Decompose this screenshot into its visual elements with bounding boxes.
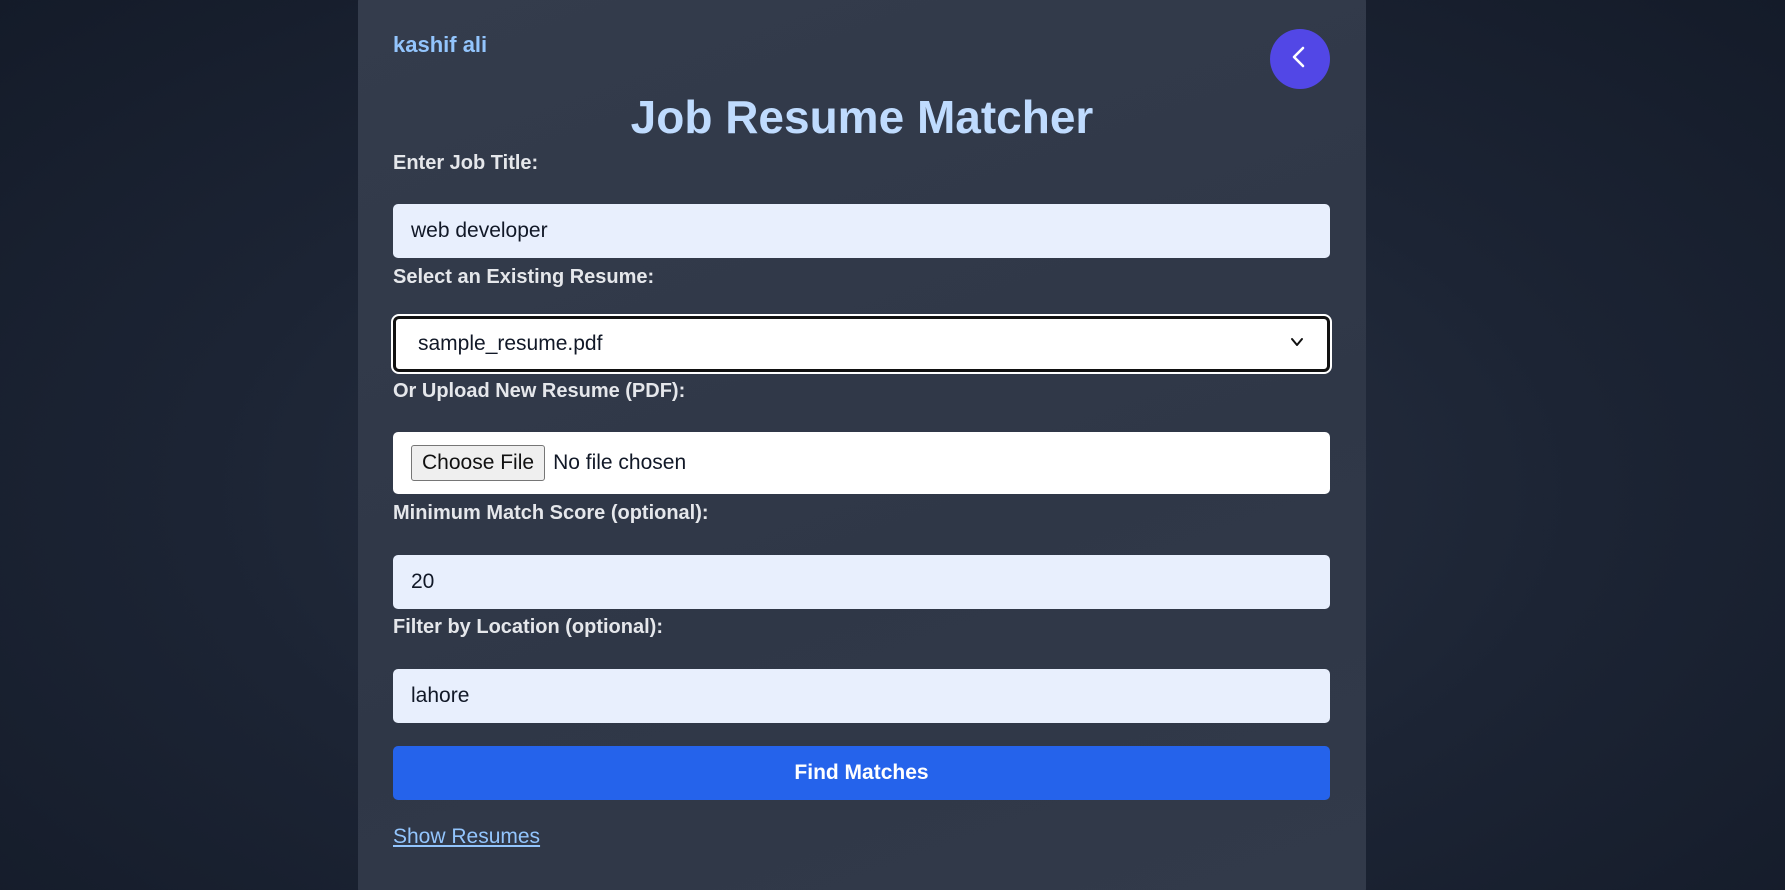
show-resumes-link[interactable]: Show Resumes	[393, 825, 540, 849]
min-score-input[interactable]: 20	[393, 555, 1330, 609]
existing-resume-select[interactable]: sample_resume.pdf	[391, 314, 1332, 374]
min-score-label: Minimum Match Score (optional):	[393, 502, 709, 524]
location-label: Filter by Location (optional):	[393, 616, 663, 638]
job-title-label: Enter Job Title:	[393, 152, 539, 174]
main-card: kashif ali Job Resume Matcher Enter Job …	[358, 0, 1366, 890]
page-title: Job Resume Matcher	[630, 91, 1094, 143]
file-status: No file chosen	[553, 451, 687, 474]
job-title-input[interactable]: web developer	[393, 204, 1330, 258]
username: kashif ali	[393, 32, 488, 57]
choose-file-button[interactable]: Choose File	[411, 445, 546, 481]
existing-resume-selected: sample_resume.pdf	[418, 332, 603, 355]
back-button[interactable]	[1270, 29, 1330, 89]
chevron-left-icon	[1288, 45, 1312, 74]
upload-resume-field: Choose File No file chosen	[393, 432, 1330, 494]
chevron-down-icon	[1289, 332, 1305, 356]
upload-resume-label: Or Upload New Resume (PDF):	[393, 380, 686, 402]
existing-resume-label: Select an Existing Resume:	[393, 266, 655, 288]
find-matches-button[interactable]: Find Matches	[393, 746, 1330, 800]
location-input[interactable]: lahore	[393, 669, 1330, 723]
